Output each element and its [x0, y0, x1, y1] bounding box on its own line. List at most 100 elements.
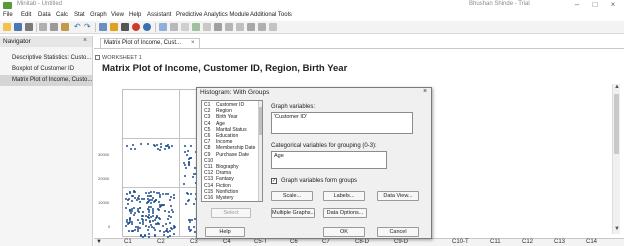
crosshair-icon[interactable]	[181, 23, 189, 31]
variable-list-item[interactable]: C9 Purchase Date	[204, 152, 249, 158]
annotate-icon[interactable]	[225, 23, 233, 31]
menu-calc[interactable]: Calc	[56, 12, 68, 18]
session-icon[interactable]	[121, 23, 129, 31]
print-icon[interactable]	[25, 23, 33, 31]
variable-list-item[interactable]: C1 Customer ID	[204, 102, 244, 108]
column-header[interactable]: C11	[490, 239, 501, 245]
column-header[interactable]: C7	[322, 239, 330, 245]
zoom-icon[interactable]	[203, 23, 211, 31]
align-icon[interactable]	[247, 23, 255, 31]
menu-assistant[interactable]: Assistant	[147, 12, 171, 18]
variable-list-item[interactable]: C5 Marital Status	[204, 127, 247, 133]
menu-predictive-analytics[interactable]: Predictive Analytics Module	[176, 12, 249, 18]
menu-additional-tools[interactable]: Additional Tools	[250, 12, 292, 18]
scroll-down-icon[interactable]: ▼	[614, 226, 620, 232]
column-header[interactable]: C12	[522, 239, 533, 245]
column-header[interactable]: C14	[586, 239, 597, 245]
data-options-button[interactable]: Data Options...	[323, 208, 367, 218]
scroll-thumb[interactable]	[614, 94, 619, 154]
variable-list[interactable]: C1 Customer ID C2 Region C3 Birth Year C4 Age C5…	[201, 100, 263, 202]
variable-list-item[interactable]: C2 Region	[204, 108, 232, 114]
labels-button[interactable]: Labels...	[323, 191, 365, 201]
edit-graph-icon[interactable]	[214, 23, 222, 31]
stop-icon[interactable]	[132, 23, 140, 31]
plot-point	[158, 149, 161, 152]
brush-icon[interactable]	[170, 23, 178, 31]
help-icon[interactable]	[143, 23, 151, 31]
menu-data[interactable]: Data	[38, 12, 51, 18]
variable-list-item[interactable]: C15 Nonfiction	[204, 189, 238, 195]
navigator-panel: Navigator × Descriptive Statistics: Cust…	[0, 36, 93, 246]
menu-help[interactable]: Help	[129, 12, 141, 18]
variable-list-item[interactable]: C4 Age	[204, 121, 225, 127]
maximize-icon[interactable]: □	[586, 0, 604, 11]
column-header[interactable]: C8-D	[355, 239, 369, 245]
menu-bar: File Edit Data Calc Stat Graph View Help…	[0, 11, 624, 21]
copy-icon[interactable]	[50, 23, 58, 31]
cut-icon[interactable]	[39, 23, 47, 31]
redo-icon[interactable]: ↷	[84, 23, 92, 31]
open-folder-icon[interactable]	[3, 23, 11, 31]
worksheet-label[interactable]: WORKSHEET 1	[102, 55, 142, 61]
variable-list-scrollbar[interactable]	[258, 101, 262, 201]
variable-list-item[interactable]: C6 Education	[204, 133, 238, 139]
column-selector-icon[interactable]: ▼	[96, 239, 102, 245]
output-vertical-scrollbar[interactable]: ▲ ▼	[612, 84, 620, 234]
menu-graph[interactable]: Graph	[90, 12, 107, 18]
graph-icon[interactable]	[110, 23, 118, 31]
scroll-up-icon[interactable]: ▲	[614, 84, 620, 90]
nav-item-boxplot[interactable]: Boxplot of Customer ID	[0, 64, 92, 75]
select-button[interactable]: Select	[211, 208, 251, 218]
variable-list-item[interactable]: C3 Birth Year	[204, 114, 238, 120]
menu-edit[interactable]: Edit	[21, 12, 31, 18]
data-view-button[interactable]: Data View...	[377, 191, 419, 201]
plot-point	[186, 199, 189, 202]
close-icon[interactable]: ×	[604, 0, 622, 11]
minimize-icon[interactable]: –	[568, 0, 586, 11]
refresh-icon[interactable]	[192, 23, 200, 31]
variable-list-item[interactable]: C10	[204, 158, 216, 164]
column-header[interactable]: C1	[124, 239, 132, 245]
help-button[interactable]: Help	[205, 227, 245, 237]
column-header[interactable]: C2	[157, 239, 165, 245]
scroll-thumb[interactable]	[259, 107, 262, 135]
nav-item-matrix-plot[interactable]: Matrix Plot of Income, Custo...	[0, 75, 92, 86]
layout-icon[interactable]	[236, 23, 244, 31]
column-header[interactable]: C9-D	[394, 239, 408, 245]
variable-list-item[interactable]: C13 Fantasy	[204, 176, 234, 182]
table-icon[interactable]	[258, 23, 266, 31]
variable-list-item[interactable]: C8 Membership Date	[204, 145, 255, 151]
column-header[interactable]: C10-T	[452, 239, 469, 245]
save-icon[interactable]	[14, 23, 22, 31]
column-header[interactable]: C3	[190, 239, 198, 245]
undo-icon[interactable]: ↶	[74, 23, 82, 31]
tab-matrix-plot[interactable]: Matrix Plot of Income, Cust... ×	[100, 38, 200, 48]
graph-variables-form-groups-checkbox[interactable]: ✓	[271, 178, 277, 184]
variable-list-item[interactable]: C7 Income	[204, 139, 232, 145]
menu-view[interactable]: View	[111, 12, 124, 18]
column-header[interactable]: C13	[554, 239, 565, 245]
find-icon[interactable]	[159, 23, 167, 31]
text-icon[interactable]	[269, 23, 277, 31]
column-header[interactable]: C4	[223, 239, 231, 245]
variable-list-item[interactable]: C11 Biography	[204, 164, 239, 170]
cancel-button[interactable]: Cancel	[377, 227, 419, 237]
menu-file[interactable]: File	[3, 12, 13, 18]
variable-list-item[interactable]: C14 Fiction	[204, 183, 231, 189]
worksheet-icon[interactable]	[99, 23, 107, 31]
categorical-variables-field[interactable]: Age	[271, 151, 387, 169]
variable-list-item[interactable]: C16 Mystery	[204, 195, 234, 201]
scale-button[interactable]: Scale...	[271, 191, 313, 201]
ok-button[interactable]: OK	[323, 227, 365, 237]
dialog-close-icon[interactable]: ×	[423, 88, 427, 95]
navigator-close-icon[interactable]: ×	[83, 37, 87, 44]
graph-variables-field[interactable]: 'Customer ID'	[271, 112, 413, 134]
tab-close-icon[interactable]: ×	[191, 39, 195, 48]
nav-item-descriptive-statistics[interactable]: Descriptive Statistics: Custo...	[0, 53, 92, 64]
column-header[interactable]: C6	[290, 239, 298, 245]
menu-stat[interactable]: Stat	[74, 12, 85, 18]
variable-list-item[interactable]: C12 Drama	[204, 170, 231, 176]
paste-icon[interactable]	[61, 23, 69, 31]
multiple-graphs-button[interactable]: Multiple Graphs...	[271, 208, 315, 218]
column-header[interactable]: C5-T	[254, 239, 267, 245]
